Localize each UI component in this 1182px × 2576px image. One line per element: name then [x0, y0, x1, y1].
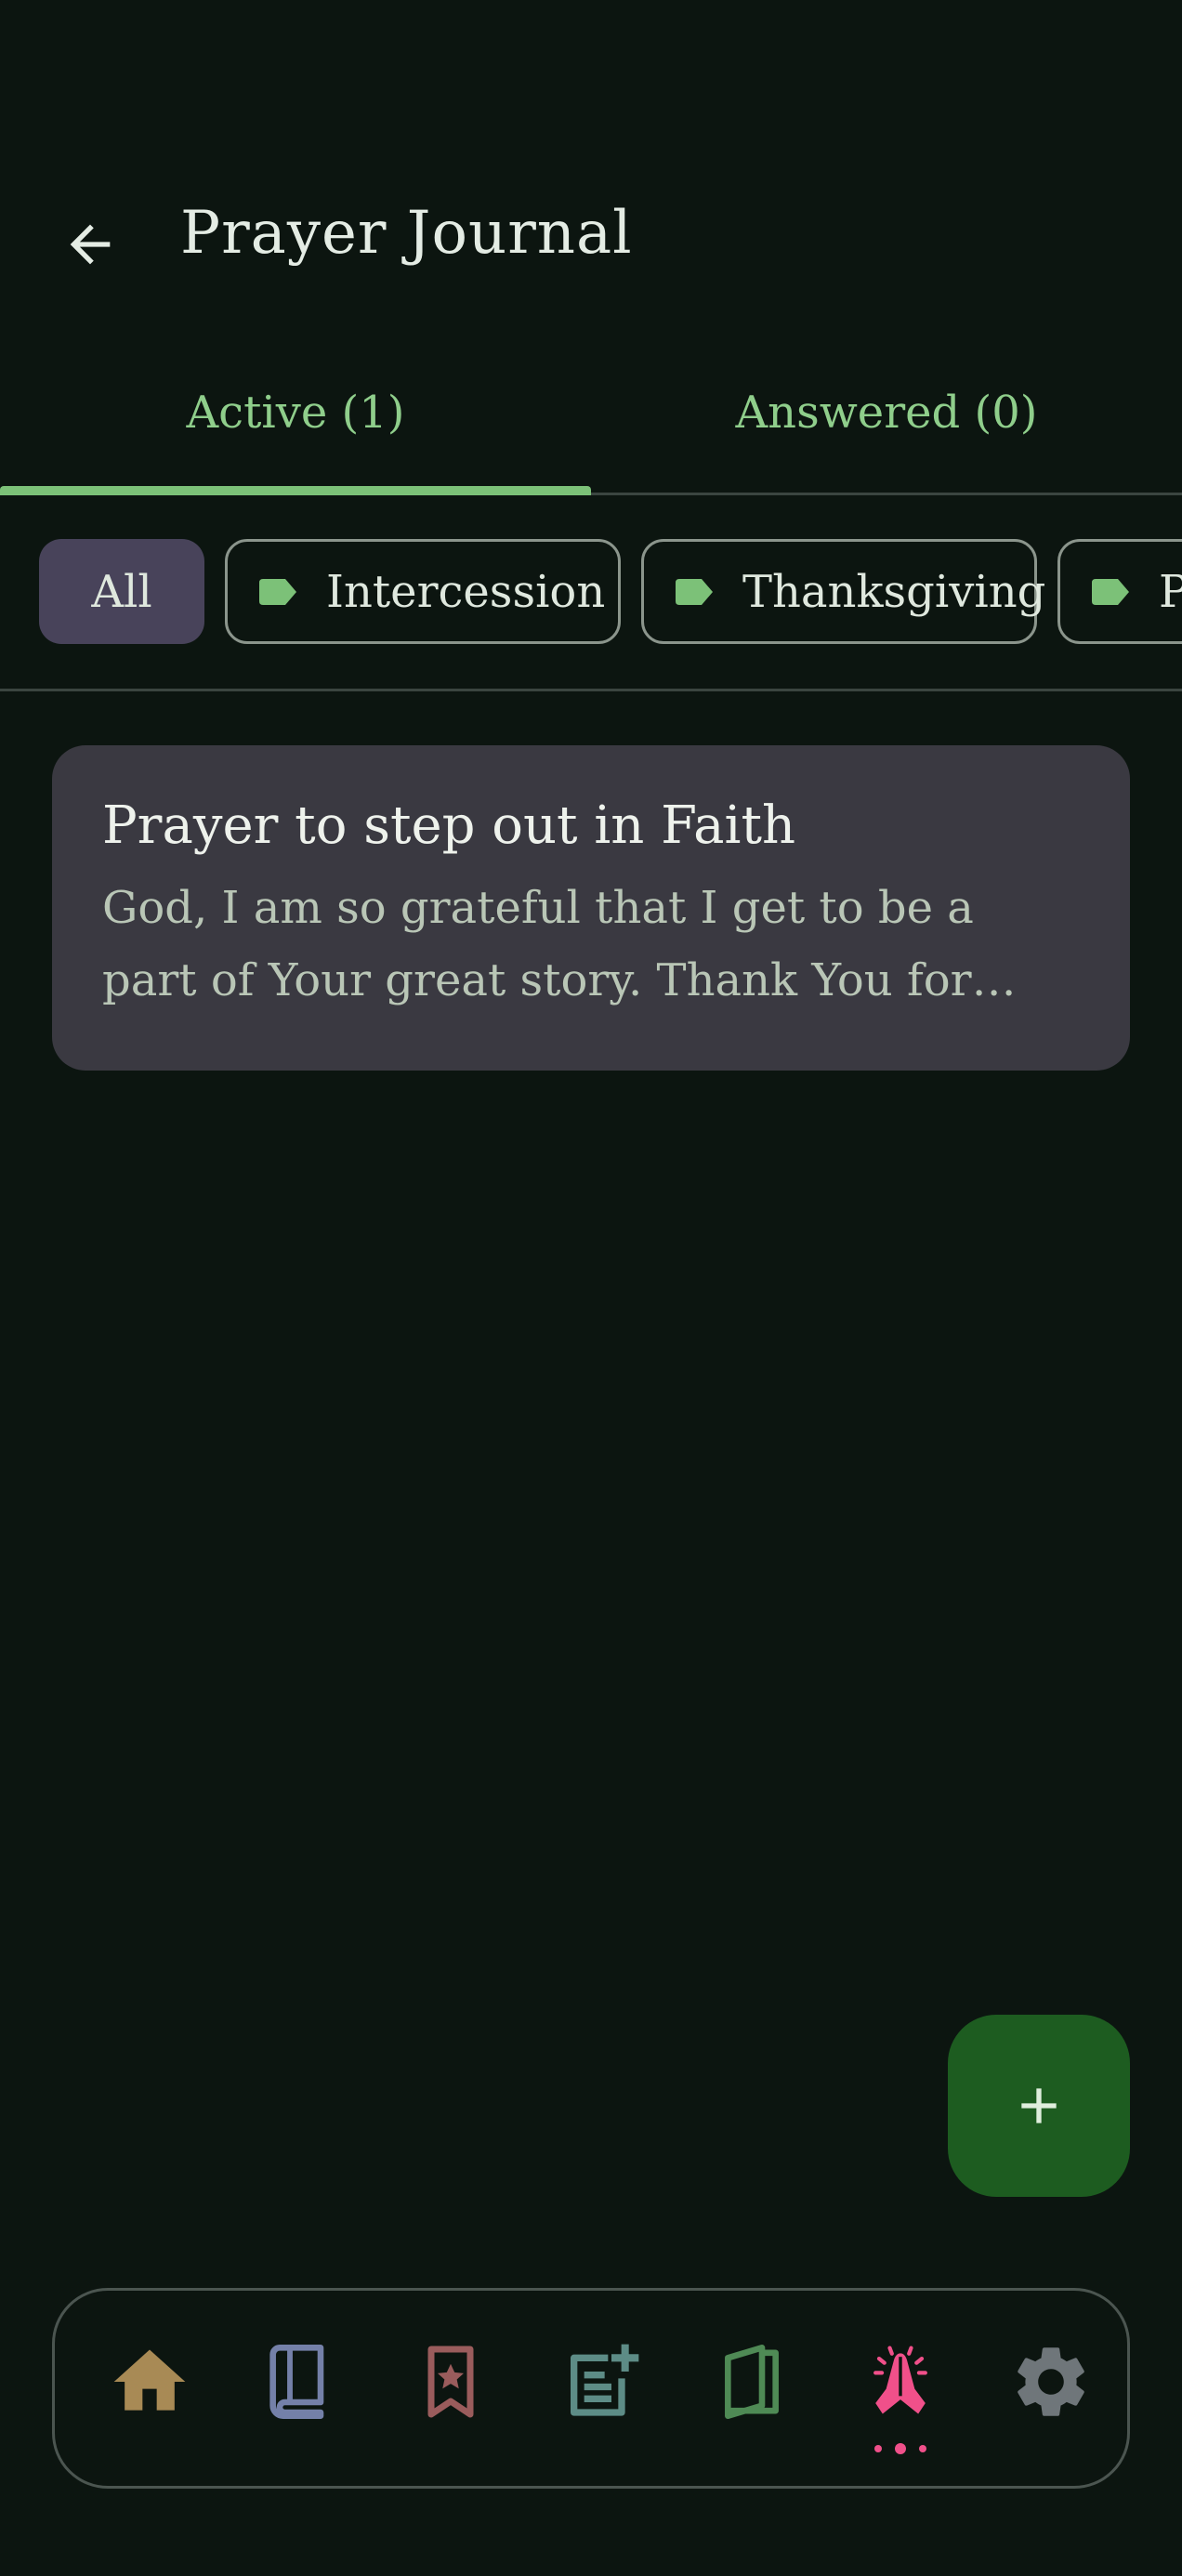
tab-active[interactable]: Active (1) [0, 344, 591, 493]
chip-label: Intercession [326, 565, 606, 618]
open-book-icon [725, 2345, 779, 2419]
tag-icon [259, 578, 296, 605]
back-button[interactable] [48, 203, 132, 286]
chip-intercession[interactable]: Intercession [225, 539, 621, 644]
book-icon [269, 2345, 324, 2419]
chip-label: Pe [1159, 565, 1182, 618]
plus-icon [1021, 2088, 1057, 2123]
gear-icon [1018, 2347, 1084, 2416]
app-bar: Prayer Journal [0, 177, 1182, 297]
divider [0, 689, 1182, 691]
nav-settings[interactable] [1005, 2335, 1097, 2428]
tag-icon [1092, 578, 1129, 605]
chip-thanksgiving[interactable]: Thanksgiving [641, 539, 1045, 644]
note-add-icon [571, 2344, 639, 2416]
prayer-title: Prayer to step out in Faith [102, 795, 796, 856]
prayer-preview: God, I am so grateful that I get to be a… [102, 882, 974, 1006]
arrow-left-icon [70, 224, 111, 265]
bottom-navigation [52, 2288, 1130, 2489]
tab-answered[interactable]: Answered (0) [591, 344, 1182, 493]
praying-hands-icon [873, 2346, 927, 2414]
nav-home[interactable] [103, 2335, 196, 2428]
page-title: Prayer Journal [180, 199, 633, 268]
filter-chips: All Intercession Thanksgiving Pe [0, 539, 1182, 646]
add-prayer-button[interactable] [948, 2015, 1130, 2197]
selected-indicator-dots [874, 2443, 926, 2454]
nav-prayer[interactable] [854, 2335, 947, 2428]
bookmark-star-icon [427, 2346, 474, 2418]
prayer-card[interactable]: Prayer to step out in Faith God, I am so… [52, 745, 1130, 1071]
tab-indicator [0, 486, 591, 495]
home-icon [113, 2349, 186, 2411]
tab-bar: Active (1) Answered (0) [0, 344, 1182, 495]
chip-all[interactable]: All [39, 539, 204, 644]
nav-notes[interactable] [555, 2335, 648, 2428]
prayer-journal-screen: Prayer Journal Active (1) Answered (0) A… [0, 0, 1182, 2576]
nav-reading[interactable] [705, 2335, 798, 2428]
nav-bible[interactable] [254, 2335, 347, 2428]
nav-bookmarks[interactable] [404, 2335, 497, 2428]
chip-petition[interactable]: Pe [1057, 539, 1182, 644]
tag-icon [676, 578, 713, 605]
chip-label: All [91, 565, 152, 618]
chip-label: Thanksgiving [742, 565, 1046, 618]
